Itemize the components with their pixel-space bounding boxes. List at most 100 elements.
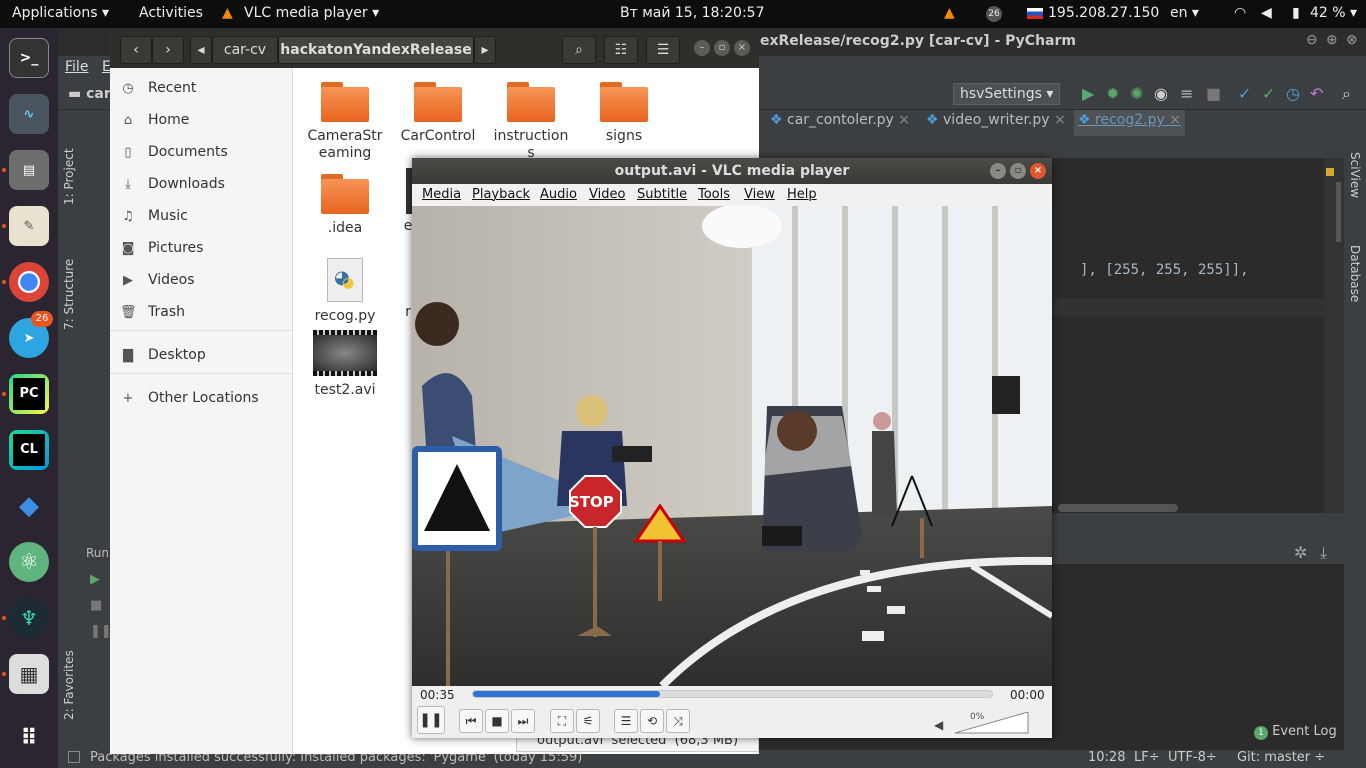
tab-video-writer[interactable]: ❖ video_writer.py × [926,112,1066,134]
sidebar-item-home[interactable]: ⌂ Home [120,108,189,132]
debug-icon[interactable]: ✹ [1106,84,1119,103]
line-separator[interactable]: LF÷ [1134,750,1160,765]
elapsed-time[interactable]: 00:35 [420,688,455,702]
vlc-menu-audio[interactable]: Audio [540,187,577,202]
keyboard-layout[interactable]: en ▾ [1170,5,1199,21]
project-crumb[interactable]: ▬ car [68,86,111,102]
files-icon[interactable]: ▤ [9,150,49,190]
stop-button[interactable]: ■ [485,709,509,733]
tab-recog2[interactable]: ❖ recog2.py × [1074,110,1185,136]
sidebar-item-desktop[interactable]: ▇ Desktop [120,343,206,367]
folder-item[interactable]: CameraStr eaming [305,82,385,162]
files-minimize-icon[interactable]: – [694,40,710,56]
forward-button[interactable]: › [152,36,184,64]
run-stop-icon[interactable]: ■ [90,598,102,613]
files-maximize-icon[interactable]: ▫ [714,40,730,56]
wifi-icon[interactable]: ◠ [1234,5,1246,21]
sidebar-item-videos[interactable]: ▶ Videos [120,268,195,292]
applications-menu[interactable]: Applications ▾ [12,5,109,21]
sidebar-item-recent[interactable]: ◷ Recent [120,76,196,100]
view-toggle-icon[interactable]: ☷ [604,36,638,64]
editor-scrollbar[interactable] [1336,182,1341,242]
remaining-time[interactable]: 00:00 [1010,688,1045,702]
volume-icon[interactable]: ◀ [1261,5,1272,21]
stop-icon[interactable]: ■ [1206,84,1221,103]
vscode-icon[interactable]: ◆ [9,486,49,526]
git-branch[interactable]: Git: master ÷ [1237,750,1325,765]
sidebar-item-pictures[interactable]: ◙ Pictures [120,236,204,260]
settings-gear-icon[interactable]: ✲ [1294,543,1307,562]
file-item[interactable]: test2.avi [305,330,385,399]
search-icon[interactable]: ⌕ [562,36,596,64]
previous-button[interactable]: ⏮ [459,709,483,733]
text-editor-icon[interactable]: ✎ [9,206,49,246]
hide-panel-icon[interactable]: ⤓ [1320,543,1327,563]
playlist-button[interactable]: ☰ [614,709,638,733]
focused-app-menu[interactable]: VLC media player ▾ [244,5,379,21]
event-log-button[interactable]: 1 Event Log [1254,724,1337,740]
vcs-commit-icon[interactable]: ✓ [1262,84,1275,103]
profile-icon[interactable]: ◉ [1154,84,1168,103]
breadcrumb-right-arrow[interactable]: ▸ [474,36,496,64]
atom-icon[interactable]: ⚛ [9,542,49,582]
clock[interactable]: Вт май 15, 18:20:57 [620,5,765,21]
system-monitor-icon[interactable]: ∿ [9,94,49,134]
vlc-tray-icon[interactable]: ▲ [944,5,955,21]
vlc-close-icon[interactable]: × [1030,163,1046,179]
search-everywhere-icon[interactable]: ⌕ [1342,84,1351,104]
calculator-icon[interactable]: ▦ [9,654,49,694]
loop-button[interactable]: ⟲ [640,709,664,733]
horizontal-scrollbar[interactable] [1058,504,1178,512]
vlc-menu-tools[interactable]: Tools [698,187,730,202]
folder-item[interactable]: instruction s [491,82,571,162]
files-close-icon[interactable]: × [734,40,750,56]
sidebar-item-music[interactable]: ♫ Music [120,204,188,228]
vlc-menu-playback[interactable]: Playback [472,187,530,202]
next-button[interactable]: ⏭ [511,709,535,733]
favorites-tool-tab[interactable]: 2: Favorites [62,650,76,720]
file-encoding[interactable]: UTF-8÷ [1168,750,1217,765]
folder-item[interactable]: CarControl [398,82,478,145]
vcs-revert-icon[interactable]: ↶ [1310,84,1323,103]
coverage-icon[interactable]: ✺ [1130,84,1143,103]
hamburger-menu-icon[interactable]: ☰ [646,36,680,64]
ip-address[interactable]: 195.208.27.150 [1048,5,1159,21]
close-icon[interactable]: ⊗ [1346,32,1358,48]
app-grid-icon[interactable]: ⠿ [9,718,49,758]
gitkraken-icon[interactable]: ♆ [9,598,49,638]
pause-output-icon[interactable]: ❚❚ [90,624,112,639]
battery-icon[interactable]: ▮ [1292,5,1300,21]
sidebar-item-other-locations[interactable]: + Other Locations [120,386,259,410]
vlc-maximize-icon[interactable]: ▫ [1010,163,1026,179]
run-config-select[interactable]: hsvSettings ▾ [953,83,1061,105]
database-tool-tab[interactable]: Database [1348,245,1362,302]
vcs-history-icon[interactable]: ◷ [1286,84,1300,103]
tab-car-contoler[interactable]: ❖ car_contoler.py × [770,112,910,134]
vcs-update-icon[interactable]: ✓ [1238,84,1251,103]
vlc-menu-media[interactable]: Media [422,187,461,202]
video-frame[interactable]: STOP [412,206,1052,686]
minimize-icon[interactable]: ⊖ [1306,32,1318,48]
battery-level[interactable]: 42 % ▾ [1310,5,1357,21]
breadcrumb-car-cv[interactable]: car-cv [212,36,278,64]
vlc-menu-video[interactable]: Video [589,187,625,202]
structure-tool-tab[interactable]: 7: Structure [62,259,76,330]
clion-icon[interactable]: CL [9,430,49,470]
breadcrumb-current[interactable]: hackatonYandexRelease [278,36,474,64]
sidebar-item-downloads[interactable]: ⤓ Downloads [120,172,225,196]
extended-settings-button[interactable]: ⚟ [576,709,600,733]
caret-position[interactable]: 10:28 [1088,750,1125,765]
volume-slider[interactable] [955,712,1029,734]
breadcrumb-left-arrow[interactable]: ◂ [190,36,212,64]
activities-button[interactable]: Activities [139,5,203,21]
mute-icon[interactable]: ◀ [934,718,943,732]
fullscreen-button[interactable]: ⛶ [550,709,574,733]
vlc-menu-help[interactable]: Help [787,187,817,202]
build-icon[interactable]: ≡ [1180,84,1193,103]
project-tool-tab[interactable]: 1: Project [62,148,76,205]
shuffle-button[interactable]: ⤨ [666,709,690,733]
seek-bar[interactable] [472,690,993,698]
sciview-tool-tab[interactable]: SciView [1348,152,1362,198]
sidebar-item-documents[interactable]: ▯ Documents [120,140,227,164]
pycharm-icon[interactable]: PC [9,374,49,414]
